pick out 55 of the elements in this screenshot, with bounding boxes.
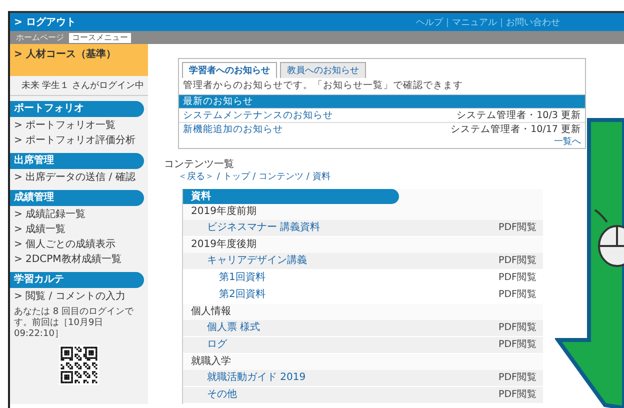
content-link[interactable]: その他: [207, 387, 237, 403]
sidebar-link[interactable]: > ポートフォリオ一覧: [10, 118, 148, 133]
sidebar-link[interactable]: > 個人ごとの成績表示: [10, 237, 148, 252]
sidebar-link[interactable]: > ポートフォリオ評価分析: [10, 133, 148, 148]
content-link[interactable]: ログ: [207, 337, 227, 353]
content-link[interactable]: ビジネスマナー 講義資料: [207, 220, 320, 236]
group-title: 個人情報: [190, 304, 232, 319]
content-link[interactable]: 第2回資料: [219, 287, 266, 303]
notice-tab[interactable]: 学習者へのお知らせ: [182, 62, 277, 78]
mouse-icon: [594, 209, 624, 267]
view-note: PDF閲覧: [498, 288, 537, 302]
sidebar-link[interactable]: > 2DCPM教材成績一覧: [10, 252, 148, 267]
sidebar-link[interactable]: > 出席データの送信 / 確認: [10, 170, 148, 185]
view-note: PDF閲覧: [498, 338, 537, 352]
more-link[interactable]: 一覧へ: [179, 136, 585, 148]
nav-tab[interactable]: ホームページ: [13, 32, 67, 42]
group-title: 就職入学: [190, 354, 232, 369]
notice-title: 新機能追加のお知らせ: [183, 123, 283, 136]
content-link[interactable]: 個人票 様式: [207, 320, 260, 336]
contents-title: コンテンツ一覧: [164, 159, 234, 171]
view-note: PDF閲覧: [498, 254, 537, 268]
sidebar-link[interactable]: > 成績記録一覧: [10, 207, 148, 222]
notice-meta: システム管理者・10/3 更新: [456, 109, 581, 122]
course-title: > 人材コース（基準）: [10, 44, 148, 76]
sidebar-link[interactable]: > 閲覧 / コメントの入力: [10, 289, 148, 304]
notice-meta: システム管理者・10/17 更新: [450, 123, 581, 136]
breadcrumb-link[interactable]: ＜戻る＞ / トップ / コンテンツ / 資料: [178, 171, 330, 183]
notice-title: 最新のお知らせ: [183, 95, 253, 108]
section-header: ポートフォリオ: [10, 101, 144, 117]
notice-row[interactable]: 最新のお知らせ: [179, 94, 585, 108]
view-note: PDF閲覧: [498, 371, 537, 385]
notice-tab[interactable]: 教員へのお知らせ: [280, 62, 366, 78]
view-note: PDF閲覧: [498, 388, 537, 402]
notice-title: システムメンテナンスのお知らせ: [183, 109, 333, 122]
group-title: 2019年度後期: [190, 238, 258, 252]
login-note: あなたは 8 回目のログインです。前回は［10月9日 09:22:10］: [13, 306, 134, 341]
nav-tab[interactable]: コースメニュー: [69, 32, 131, 42]
view-note: PDF閲覧: [498, 271, 537, 285]
section-header: 学習カルテ: [10, 272, 144, 288]
section-header: 成績管理: [10, 190, 144, 206]
view-note: PDF閲覧: [498, 221, 537, 235]
sidebar-link[interactable]: > 成績一覧: [10, 222, 148, 237]
content-link[interactable]: キャリアデザイン講義: [207, 253, 307, 269]
panel-header: 資料: [183, 189, 399, 204]
notice-intro: 管理者からのお知らせです。「お知らせ一覧」で確認できます: [182, 79, 464, 93]
group-title: 2019年度前期: [190, 204, 258, 219]
qr-code-icon: [59, 345, 99, 385]
login-status: 未来 学生１ さんがログイン中: [10, 76, 148, 96]
logout-link[interactable]: > ログアウト: [14, 15, 76, 29]
notice-row[interactable]: 新機能追加のお知らせ システム管理者・10/17 更新: [179, 122, 585, 136]
notice-row[interactable]: システムメンテナンスのお知らせ システム管理者・10/3 更新: [179, 108, 585, 122]
view-note: PDF閲覧: [498, 321, 537, 335]
content-link[interactable]: 就職活動ガイド 2019: [207, 370, 306, 386]
section-header: 出席管理: [10, 153, 144, 169]
content-link[interactable]: 第1回資料: [219, 270, 266, 286]
